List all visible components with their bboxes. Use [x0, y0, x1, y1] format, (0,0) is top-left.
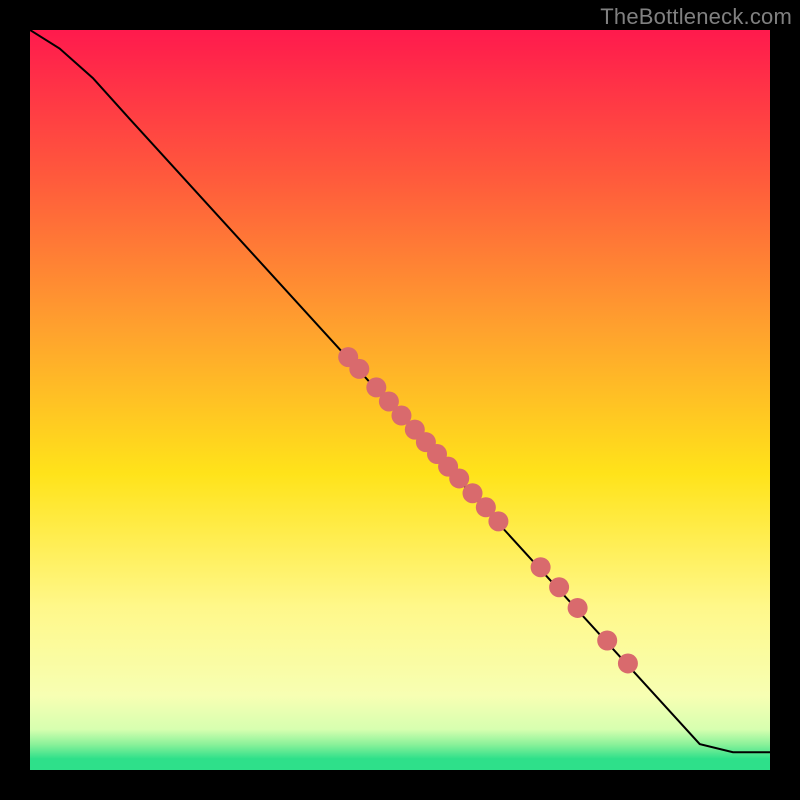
chart-frame: TheBottleneck.com [0, 0, 800, 800]
points-svg [30, 30, 770, 770]
data-point [568, 598, 588, 618]
data-point [449, 468, 469, 488]
data-point [349, 359, 369, 379]
data-point [531, 557, 551, 577]
data-point [618, 653, 638, 673]
plot-area [30, 30, 770, 770]
watermark-text: TheBottleneck.com [600, 4, 792, 30]
data-point [597, 631, 617, 651]
data-point [488, 511, 508, 531]
data-point [549, 577, 569, 597]
